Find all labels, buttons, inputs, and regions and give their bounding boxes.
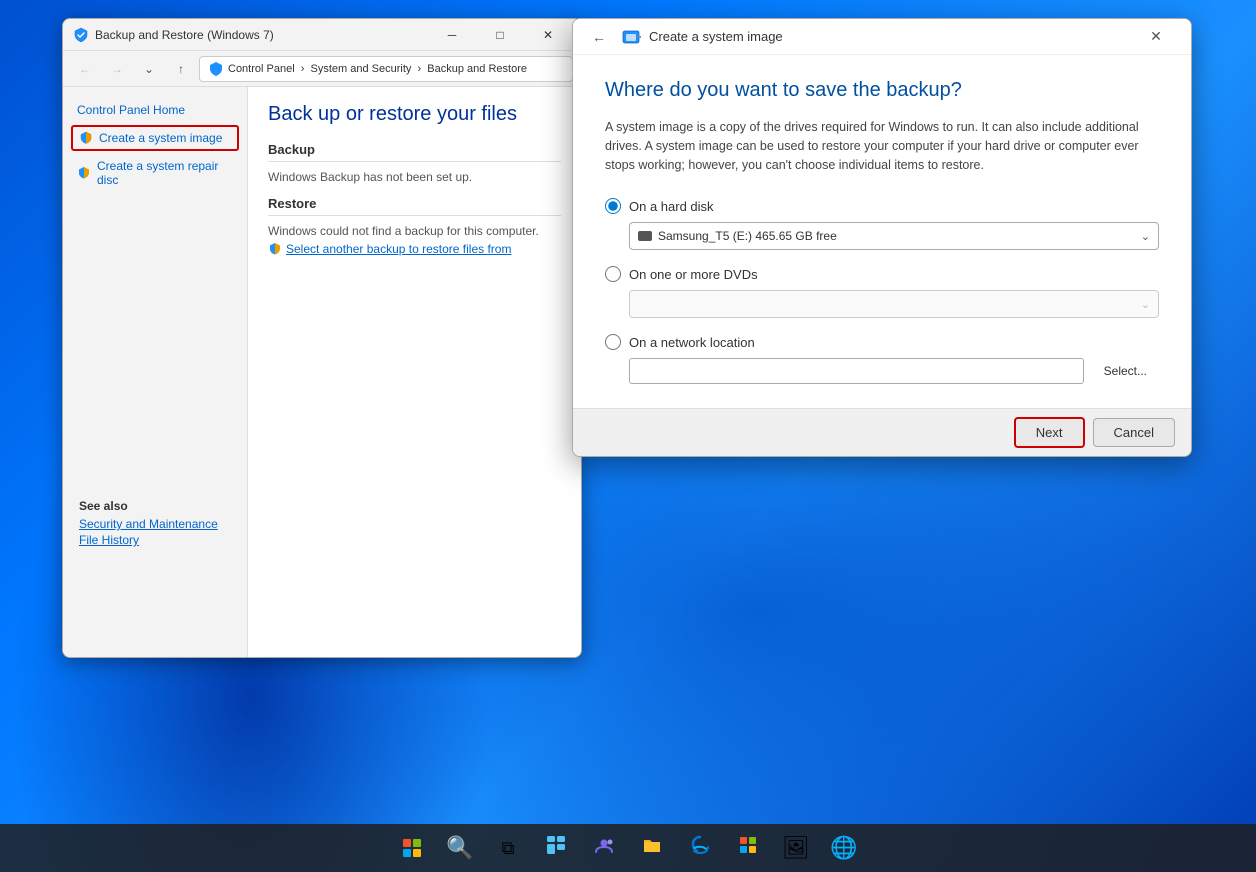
- sidebar-item-create-system-image[interactable]: Create a system image: [71, 125, 239, 151]
- store-icon: [737, 834, 759, 862]
- store-button[interactable]: [726, 826, 770, 870]
- window-body: Control Panel Home Create a system image: [63, 87, 581, 657]
- restore-text: Windows could not find a backup for this…: [268, 224, 561, 238]
- dvd-option: On one or more DVDs: [605, 266, 1159, 282]
- dropdown-value: Samsung_T5 (E:) 465.65 GB free: [638, 229, 837, 243]
- backup-restore-window: Backup and Restore (Windows 7) ─ □ ✕ ← →…: [62, 18, 582, 658]
- dialog-back-button[interactable]: ←: [585, 23, 613, 51]
- maximize-button[interactable]: □: [477, 20, 523, 50]
- dialog-title-icon: [621, 27, 641, 47]
- up-button[interactable]: ↑: [167, 55, 195, 83]
- main-window-title: Backup and Restore (Windows 7): [95, 28, 429, 42]
- window-controls: ─ □ ✕: [429, 20, 571, 50]
- network-taskbar-icon: 🌐: [830, 835, 857, 861]
- dialog-close-button[interactable]: ✕: [1133, 22, 1179, 52]
- main-window-titlebar: Backup and Restore (Windows 7) ─ □ ✕: [63, 19, 581, 51]
- file-explorer-button[interactable]: [630, 826, 674, 870]
- windows-start-icon: [403, 839, 421, 857]
- network-icon-button[interactable]: 🌐: [822, 826, 866, 870]
- dvd-dropdown: ⌄: [629, 290, 1159, 318]
- create-system-image-dialog: ← Create a system image ✕ Where do you w…: [572, 18, 1192, 457]
- hard-disk-label[interactable]: On a hard disk: [629, 199, 714, 214]
- content-title: Back up or restore your files: [268, 103, 561, 126]
- main-close-button[interactable]: ✕: [525, 20, 571, 50]
- window-app-icon: [73, 27, 89, 43]
- chevron-down-icon: ⌄: [1141, 230, 1150, 243]
- network-path-input[interactable]: [629, 358, 1084, 384]
- dialog-description: A system image is a copy of the drives r…: [605, 118, 1159, 174]
- task-view-button[interactable]: ⧉: [486, 826, 530, 870]
- dialog-titlebar: ← Create a system image ✕: [573, 19, 1191, 55]
- dvd-label[interactable]: On one or more DVDs: [629, 267, 758, 282]
- address-path-text: Control Panel › System and Security › Ba…: [228, 63, 527, 75]
- next-button[interactable]: Next: [1014, 417, 1085, 448]
- file-history-link[interactable]: File History: [79, 533, 218, 547]
- path-icon: [208, 61, 224, 77]
- search-taskbar-button[interactable]: 🔍: [438, 826, 482, 870]
- shield-icon: [79, 131, 93, 145]
- hard-disk-radio[interactable]: [605, 198, 621, 214]
- sidebar-repair-disc-label: Create a system repair disc: [97, 159, 233, 187]
- start-button[interactable]: [390, 826, 434, 870]
- sidebar-item-control-panel-home[interactable]: Control Panel Home: [71, 99, 239, 121]
- network-radio[interactable]: [605, 334, 621, 350]
- photos-icon: 🖼: [782, 835, 810, 861]
- network-option: On a network location: [605, 334, 1159, 350]
- hard-disk-dropdown[interactable]: Samsung_T5 (E:) 465.65 GB free ⌄: [629, 222, 1159, 250]
- sidebar: Control Panel Home Create a system image: [63, 87, 248, 657]
- dialog-body: Where do you want to save the backup? A …: [573, 55, 1191, 408]
- photos-button[interactable]: 🖼: [774, 826, 818, 870]
- dialog-title-text: Create a system image: [649, 29, 1133, 44]
- search-taskbar-icon: 🔍: [446, 835, 473, 861]
- dvd-radio[interactable]: [605, 266, 621, 282]
- task-view-icon: ⧉: [502, 838, 515, 859]
- restore-link-icon: [268, 242, 282, 256]
- hard-disk-dropdown-container: Samsung_T5 (E:) 465.65 GB free ⌄: [629, 222, 1159, 250]
- network-label[interactable]: On a network location: [629, 335, 755, 350]
- widgets-button[interactable]: [534, 826, 578, 870]
- repair-disc-icon: [77, 166, 91, 180]
- backup-text: Windows Backup has not been set up.: [268, 170, 561, 184]
- edge-icon: [689, 834, 711, 862]
- restore-link-text: Select another backup to restore files f…: [286, 242, 511, 256]
- forward-button[interactable]: →: [103, 55, 131, 83]
- see-also-section: See also Security and Maintenance File H…: [71, 491, 226, 557]
- sidebar-link-label: Control Panel Home: [77, 103, 185, 117]
- sidebar-item-create-repair-disc[interactable]: Create a system repair disc: [71, 155, 239, 191]
- restore-link[interactable]: Select another backup to restore files f…: [268, 242, 561, 256]
- hard-disk-option: On a hard disk: [605, 198, 1159, 214]
- select-button[interactable]: Select...: [1092, 360, 1159, 382]
- file-explorer-icon: [641, 834, 663, 862]
- teams-icon: [593, 834, 615, 862]
- taskbar: 🔍 ⧉: [0, 824, 1256, 872]
- sidebar-create-system-image-label: Create a system image: [99, 131, 222, 145]
- backup-section-title: Backup: [268, 142, 561, 162]
- security-maintenance-link[interactable]: Security and Maintenance: [79, 517, 218, 531]
- restore-section-title: Restore: [268, 196, 561, 216]
- see-also-label: See also: [79, 499, 218, 513]
- back-button[interactable]: ←: [71, 55, 99, 83]
- drive-icon: [638, 231, 652, 241]
- content-area: Back up or restore your files Backup Win…: [248, 87, 581, 657]
- dialog-footer: Next Cancel: [573, 408, 1191, 456]
- cancel-button[interactable]: Cancel: [1093, 418, 1175, 447]
- dvd-chevron-icon: ⌄: [1141, 298, 1150, 311]
- address-bar: ← → ⌄ ↑ Control Panel › System and Secur…: [63, 51, 581, 87]
- address-path[interactable]: Control Panel › System and Security › Ba…: [199, 56, 573, 82]
- dialog-question: Where do you want to save the backup?: [605, 79, 1159, 102]
- edge-button[interactable]: [678, 826, 722, 870]
- widgets-icon: [545, 834, 567, 862]
- minimize-button[interactable]: ─: [429, 20, 475, 50]
- teams-button[interactable]: [582, 826, 626, 870]
- network-input-row: Select...: [629, 358, 1159, 384]
- dropdown-text: Samsung_T5 (E:) 465.65 GB free: [658, 229, 837, 243]
- recent-button[interactable]: ⌄: [135, 55, 163, 83]
